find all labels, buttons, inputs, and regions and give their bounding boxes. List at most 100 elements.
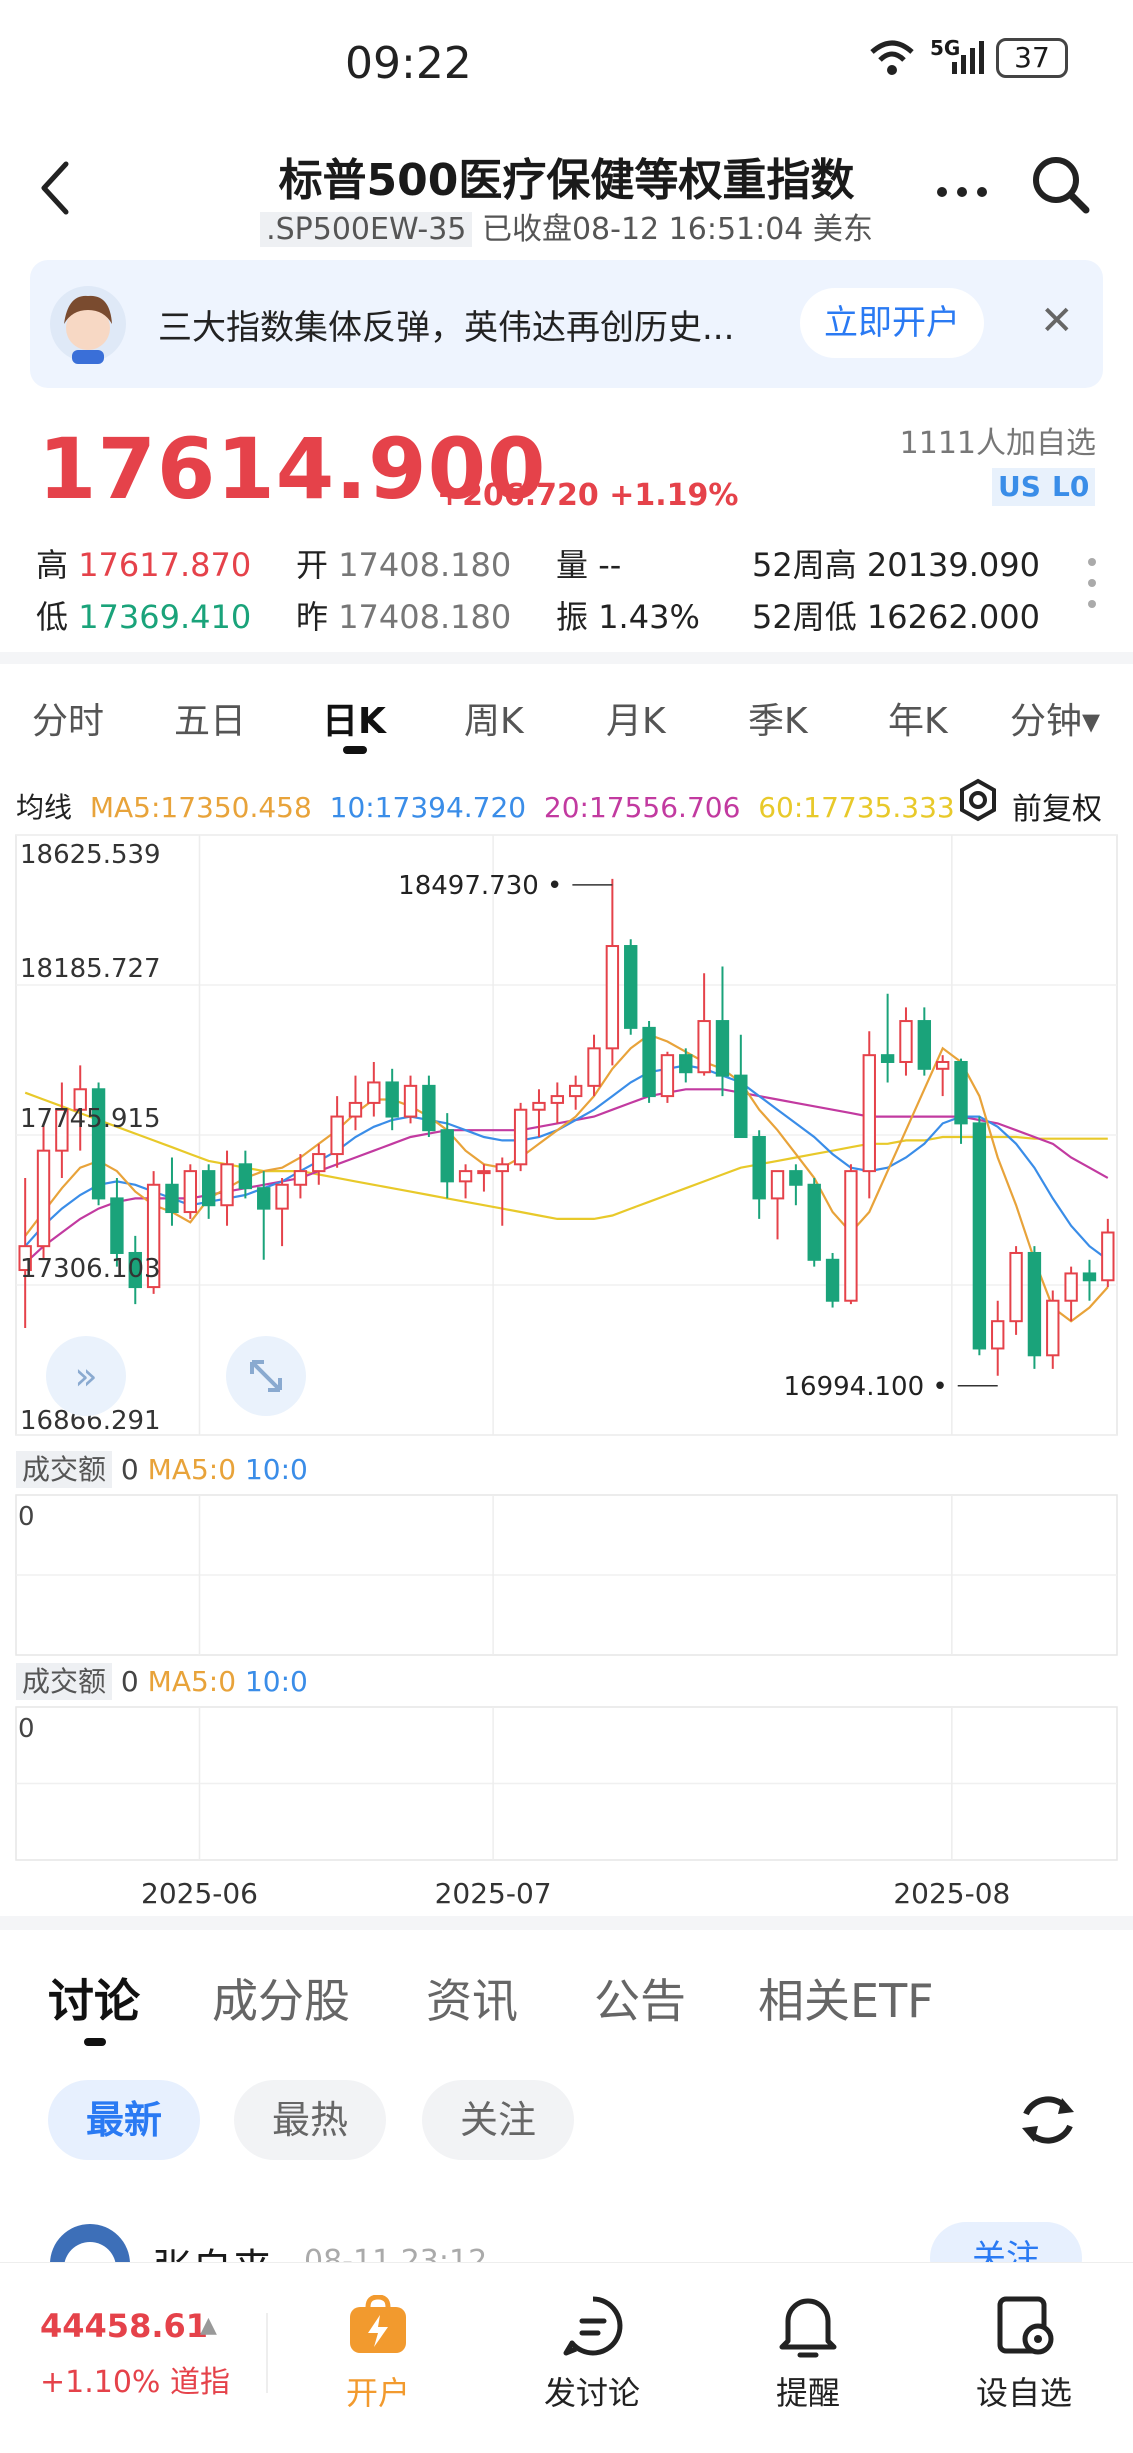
candle-body (862, 1054, 876, 1173)
max-price-label: 18497.730 • (398, 871, 562, 901)
active-tab-indicator (343, 746, 367, 754)
expand-stats-icon[interactable] (1084, 556, 1100, 610)
candles (18, 878, 1115, 1376)
candle-body (477, 1170, 491, 1175)
nav-label: 设自选 (975, 2374, 1072, 2412)
stat-open: 开 17408.180 (296, 546, 512, 584)
volume-label: 成交额 (16, 1663, 113, 1700)
candle-body (403, 1084, 418, 1118)
tab-five-day[interactable]: 五日 (174, 692, 246, 744)
tab-monthly-k[interactable]: 月K (606, 692, 666, 744)
candle-body (36, 1149, 51, 1248)
close-icon[interactable]: ✕ (1040, 298, 1074, 344)
candle-body (715, 1020, 730, 1077)
candle-body (183, 1170, 198, 1214)
volume-label: 成交额 (16, 1451, 113, 1488)
tab-intraday[interactable]: 分时 (32, 692, 104, 744)
tab-yearly-k[interactable]: 年K (888, 692, 948, 744)
filter-latest[interactable]: 最新 (48, 2080, 200, 2160)
divider (266, 2313, 268, 2393)
candle-body (238, 1163, 253, 1190)
stat-high: 高 17617.870 (36, 546, 252, 584)
stat-volume: 量 -- (556, 546, 622, 584)
market-status: 已收盘08-12 16:51:04 美东 (481, 212, 873, 247)
candle-body (440, 1129, 454, 1183)
filter-following[interactable]: 关注 (422, 2080, 574, 2160)
filter-hot[interactable]: 最热 (234, 2080, 386, 2160)
wifi-icon (870, 40, 914, 75)
chart-annotations: 18497.730 • 16994.100 • (398, 871, 998, 1402)
tab-discussion[interactable]: 讨论 (48, 1965, 140, 2031)
candle-body (348, 1101, 363, 1118)
refresh-icon[interactable] (1016, 2088, 1080, 2152)
ticker-index-change[interactable]: +1.10% 道指 (40, 2357, 230, 2401)
nav-post-discussion[interactable]: 发讨论 (512, 2263, 672, 2453)
volume-axis-label: 0 (18, 1502, 35, 1532)
candle-body (697, 1020, 711, 1074)
nav-alert[interactable]: 提醒 (728, 2263, 888, 2453)
nav-open-account[interactable]: 开户 (298, 2263, 458, 2453)
scroll-latest-icon[interactable]: » (46, 1336, 126, 1416)
x-axis-labels: 2025-06 2025-07 2025-08 (141, 1877, 1010, 1910)
candle-body (385, 1081, 399, 1118)
search-icon[interactable] (1030, 154, 1094, 218)
ma60-value: 60:17735.333 (758, 791, 955, 824)
candle-body (532, 1101, 546, 1111)
min-price-label: 16994.100 • (784, 1372, 948, 1402)
tab-quarterly-k[interactable]: 季K (748, 692, 808, 744)
banner-text: 三大指数集体反弹，英伟达再创历史... (158, 308, 735, 348)
volume-panel-1-legend: 成交额 0 MA5:0 10:0 (16, 1448, 308, 1488)
candle-body (899, 1020, 913, 1063)
battery-level: 37 (1014, 41, 1050, 74)
candle-body (367, 1081, 381, 1104)
y-tick-label: 17745.915 (20, 1104, 161, 1134)
post-preview[interactable]: 张自来 08-11 23:12 关注 (0, 2200, 1133, 2262)
post-username[interactable]: 张自来 (152, 2236, 272, 2262)
open-account-button[interactable]: 立即开户 (800, 288, 984, 358)
volume-value: 0 (120, 1453, 139, 1486)
bottom-bar: 44458.61 ▲ +1.10% 道指 开户 发讨论 提醒 设自选 (0, 2262, 1133, 2453)
tab-daily-k[interactable]: 日K (322, 692, 386, 744)
volume-ma5: MA5:0 (147, 1453, 237, 1486)
settings-icon[interactable] (956, 778, 1000, 822)
user-avatar[interactable] (48, 2222, 132, 2262)
candle-body (1027, 1251, 1042, 1357)
candle-body (587, 1047, 601, 1087)
post-time: 08-11 23:12 (304, 2244, 488, 2262)
kline-chart[interactable]: 18625.53918185.72717745.91517306.1031686… (0, 830, 1133, 1916)
volume-axis-label: 0 (18, 1714, 35, 1744)
bell-icon (779, 2298, 837, 2358)
tab-weekly-k[interactable]: 周K (464, 692, 524, 744)
promo-banner[interactable]: 三大指数集体反弹，英伟达再创历史... 立即开户 ✕ (30, 260, 1103, 388)
follow-button[interactable]: 关注 (930, 2222, 1082, 2262)
nav-add-watchlist[interactable]: 设自选 (944, 2263, 1104, 2453)
watchers-count: 1111人加自选 (899, 426, 1096, 461)
ticker-index-value[interactable]: 44458.61 (40, 2307, 208, 2345)
stat-52w-low: 52周低 16262.000 (752, 598, 1040, 636)
x-tick-label: 2025-06 (141, 1877, 258, 1910)
watchlist-settings-icon (997, 2296, 1054, 2355)
tab-minute[interactable]: 分钟▾ (1010, 692, 1100, 744)
candle-body (1046, 1299, 1060, 1357)
candle-body (495, 1163, 509, 1173)
candle-body (165, 1183, 179, 1214)
volume-panel-2-legend: 成交额 0 MA5:0 10:0 (16, 1660, 308, 1700)
candle-body (752, 1136, 766, 1200)
tab-related-etf[interactable]: 相关ETF (758, 1965, 934, 2031)
fullscreen-icon[interactable] (226, 1336, 306, 1416)
more-icon[interactable] (934, 182, 990, 202)
candle-body (220, 1163, 234, 1207)
candle-body (880, 1054, 895, 1063)
tab-announcements[interactable]: 公告 (594, 1965, 686, 2031)
price-change: +206.720 +1.19% (437, 478, 739, 513)
candle-body (1064, 1272, 1078, 1302)
tab-constituents[interactable]: 成分股 (212, 1965, 350, 2031)
tab-news[interactable]: 资讯 (426, 1965, 518, 2031)
volume-ma5: MA5:0 (147, 1665, 237, 1698)
battery-icon: 37 (996, 38, 1068, 78)
avatar (50, 286, 126, 364)
adjust-mode[interactable]: 前复权 (1012, 784, 1102, 828)
header: 标普500医疗保健等权重指数 .SP500EW-35 已收盘08-12 16:5… (0, 130, 1133, 250)
stat-amplitude: 振 1.43% (556, 598, 700, 636)
ma10-line (24, 1064, 1109, 1261)
